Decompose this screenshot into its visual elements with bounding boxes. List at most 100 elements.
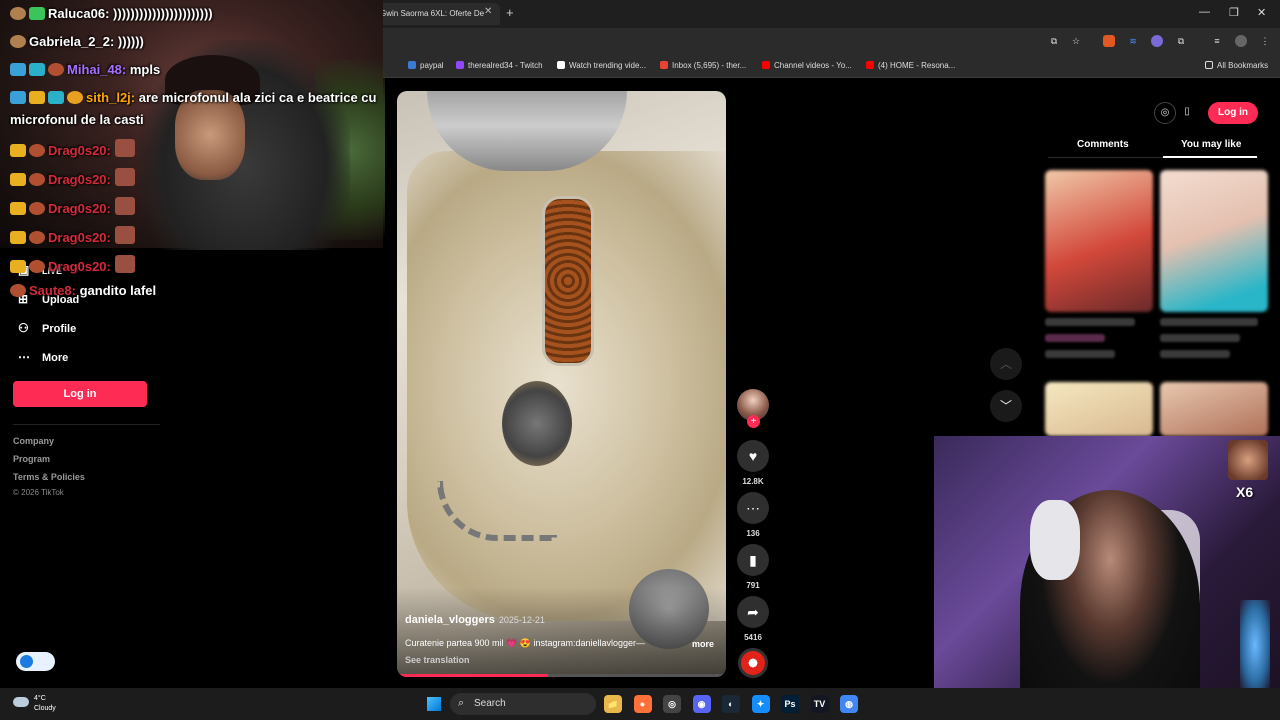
chat-message: Drag0s20: xyxy=(10,226,138,245)
all-bookmarks[interactable]: All Bookmarks xyxy=(1205,61,1268,70)
sidebar-item-profile[interactable]: ⚇ Profile xyxy=(18,321,76,335)
share-action[interactable]: ➦ 5416 xyxy=(737,596,769,642)
avatar-badge-icon xyxy=(29,144,45,157)
recommended-video-thumbnail[interactable] xyxy=(1160,382,1268,436)
chat-username: Raluca06: xyxy=(48,6,110,21)
files-app-icon[interactable]: 📁 xyxy=(604,695,622,713)
bookmark-twitch[interactable]: therealred34 - Twitch xyxy=(456,61,543,70)
recommended-video-thumbnail[interactable] xyxy=(1045,170,1153,312)
tab-close-icon[interactable]: ✕ xyxy=(484,6,492,17)
avatar-badge-icon xyxy=(48,63,64,76)
device-icon[interactable]: ▯ xyxy=(1176,102,1198,124)
maximize-icon[interactable]: ❐ xyxy=(1229,6,1239,19)
footer-program-link[interactable]: Program xyxy=(13,454,50,464)
footer-terms-link[interactable]: Terms & Policies xyxy=(13,472,85,482)
bookmark-paypal[interactable]: paypal xyxy=(408,61,444,70)
save-action[interactable]: ▮ 791 xyxy=(737,544,769,590)
window-close-icon[interactable]: ✕ xyxy=(1257,6,1266,19)
minimize-icon[interactable]: — xyxy=(1199,6,1210,18)
emote-icon xyxy=(114,168,135,186)
chat-username: sith_l2j: xyxy=(86,90,136,105)
chat-message: Drag0s20: xyxy=(10,255,138,274)
install-app-icon[interactable]: ⧉ xyxy=(1048,35,1060,47)
avatar-badge-icon xyxy=(29,173,45,186)
bookmark-youtube-home[interactable]: (4) HOME - Resona... xyxy=(866,61,955,70)
music-disc-icon[interactable] xyxy=(738,648,768,678)
weather-temp: 4°C xyxy=(34,695,46,702)
new-tab-button[interactable]: + xyxy=(506,5,514,20)
caption-more-button[interactable]: more xyxy=(692,639,714,649)
chat-message-continued: microfonul de la casti xyxy=(10,112,144,127)
chat-text: gandito lafel xyxy=(79,283,157,298)
chat-message: Mihai_48: mpls xyxy=(10,62,160,77)
follow-plus-icon[interactable]: + xyxy=(747,415,760,428)
taskbar-search[interactable]: Search xyxy=(450,693,596,715)
emote-combo-count: X6 xyxy=(1236,484,1254,500)
battlenet-app-icon[interactable]: ✦ xyxy=(751,695,770,713)
sidebar-item-more[interactable]: ⋯ More xyxy=(18,350,68,364)
photoshop-app-icon[interactable]: Ps xyxy=(781,695,799,713)
emote-icon xyxy=(114,139,135,157)
sidebar-divider xyxy=(13,424,160,425)
tradingview-app-icon[interactable]: TV xyxy=(810,695,829,713)
og-badge-icon xyxy=(48,91,64,104)
sword-badge-icon xyxy=(10,91,26,104)
footer-company-link[interactable]: Company xyxy=(13,436,54,446)
save-count: 791 xyxy=(746,581,760,590)
compass-icon[interactable]: ◎ xyxy=(1154,102,1176,124)
feed-toggle[interactable] xyxy=(16,652,55,671)
like-count: 12.8K xyxy=(742,477,764,486)
chrome-app-icon[interactable]: ◍ xyxy=(840,695,858,713)
recommended-video-thumbnail[interactable] xyxy=(1045,382,1153,436)
toggle-knob-icon xyxy=(20,655,33,668)
bookmark-icon[interactable]: ▮ xyxy=(737,544,769,576)
sword-badge-icon xyxy=(10,63,26,76)
tab-comments[interactable]: Comments xyxy=(1077,139,1129,150)
avatar-badge-icon xyxy=(29,260,45,273)
comment-action[interactable]: ⋯ 136 xyxy=(737,492,769,538)
bookmark-gmail[interactable]: Inbox (5,695) - ther... xyxy=(660,61,746,70)
avatar-badge-icon xyxy=(10,284,26,297)
extension-icon[interactable] xyxy=(1103,35,1115,47)
see-translation-button[interactable]: See translation xyxy=(405,655,470,665)
chat-message: Saute8: gandito lafel xyxy=(10,283,156,298)
tab-title: Gwin Saorma 6XL: Oferte De xyxy=(380,9,485,18)
header-login-button[interactable]: Log in xyxy=(1208,102,1258,124)
extension-wave-icon[interactable]: ≋ xyxy=(1127,35,1139,47)
previous-video-chevron-up-icon[interactable]: ︿ xyxy=(990,348,1022,380)
bookmark-star-icon[interactable]: ☆ xyxy=(1070,35,1082,47)
chat-message: Gabriela_2_2: )))))) xyxy=(10,34,144,49)
comment-icon[interactable]: ⋯ xyxy=(737,492,769,524)
windows-start-icon[interactable] xyxy=(426,696,442,712)
video-frame-filter xyxy=(542,196,594,366)
video-player[interactable]: daniela_vloggers 2025-12-21 Curatenie par… xyxy=(397,91,726,677)
reading-list-icon[interactable]: ≡ xyxy=(1211,35,1223,47)
profile-avatar-icon[interactable] xyxy=(1235,35,1247,47)
weather-widget[interactable]: 4°C Cloudy xyxy=(34,694,56,714)
browser-tab[interactable]: Gwin Saorma 6XL: Oferte De xyxy=(372,3,500,25)
next-video-chevron-down-icon[interactable]: ﹀ xyxy=(990,390,1022,422)
avatar-badge-icon xyxy=(10,35,26,48)
youtube-icon xyxy=(762,61,770,69)
extension-badge-icon[interactable] xyxy=(1151,35,1163,47)
recommended-video-thumbnail[interactable] xyxy=(1160,170,1268,312)
steam-app-icon[interactable]: ◐ xyxy=(722,695,740,713)
video-author[interactable]: daniela_vloggers 2025-12-21 xyxy=(405,614,545,626)
extensions-puzzle-icon[interactable]: ⧉ xyxy=(1175,35,1187,47)
discord-app-icon[interactable]: ◉ xyxy=(692,695,711,713)
cloud-icon[interactable] xyxy=(13,697,29,707)
bookmark-tiktok[interactable]: Watch trending vide... xyxy=(557,61,646,70)
bookmark-youtube-channel[interactable]: Channel videos - Yo... xyxy=(762,61,852,70)
recommended-video-meta xyxy=(1160,350,1230,358)
share-icon[interactable]: ➦ xyxy=(737,596,769,628)
browser-menu-icon[interactable]: ⋮ xyxy=(1259,35,1271,47)
sidebar-login-button[interactable]: Log in xyxy=(13,381,147,407)
like-action[interactable]: ♥ 12.8K xyxy=(737,440,769,486)
obs-app-icon[interactable]: ◎ xyxy=(663,695,681,713)
tab-you-may-like[interactable]: You may like xyxy=(1181,139,1241,150)
avatar-badge-icon xyxy=(10,7,26,20)
video-progress-bar[interactable] xyxy=(397,674,726,677)
recommended-video-title xyxy=(1160,334,1240,342)
firefox-app-icon[interactable]: ● xyxy=(633,695,652,713)
heart-icon[interactable]: ♥ xyxy=(737,440,769,472)
